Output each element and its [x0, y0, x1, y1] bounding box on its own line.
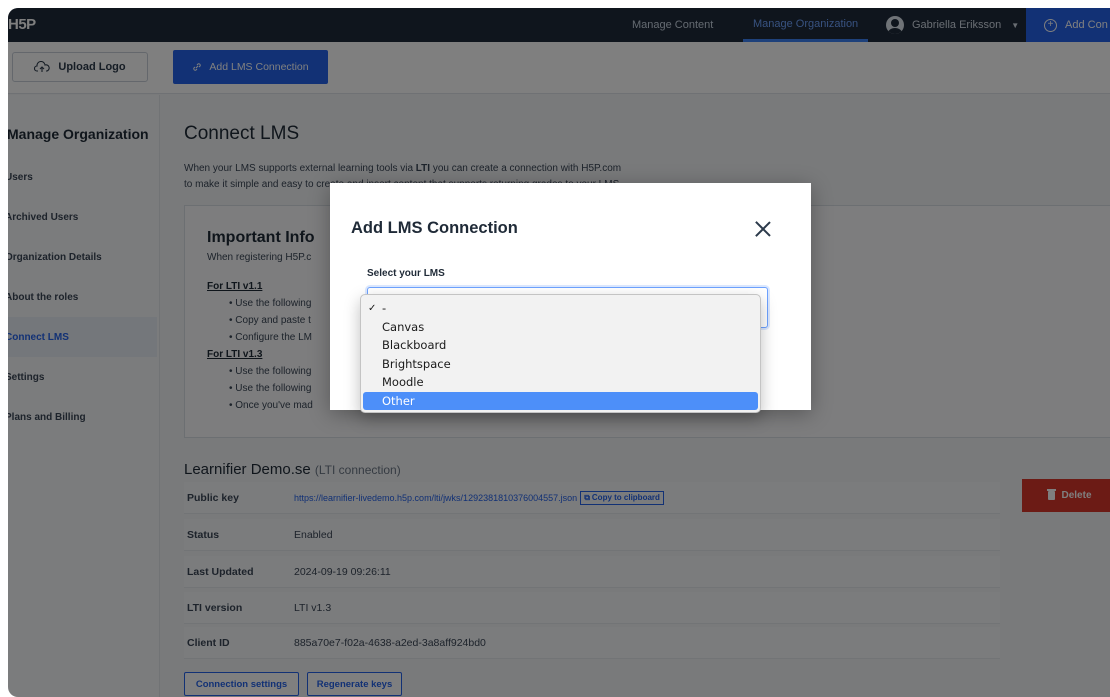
lms-option-label: Canvas	[382, 319, 425, 334]
lms-option[interactable]: Blackboard	[363, 336, 758, 355]
close-icon[interactable]	[754, 220, 772, 238]
lms-option[interactable]: Moodle	[363, 373, 758, 392]
modal-title: Add LMS Connection	[351, 219, 518, 237]
lms-option-label: Brightspace	[382, 356, 451, 371]
lms-option-label: Other	[382, 393, 415, 408]
lms-option-label: Blackboard	[382, 338, 447, 353]
lms-option[interactable]: ✓ -	[363, 299, 758, 318]
lms-option-label: Moodle	[382, 375, 424, 390]
checkmark-icon: ✓	[368, 302, 377, 314]
lms-select-dropdown: ✓ - Canvas Blackboard Brightspace Moodle …	[360, 294, 761, 413]
lms-option[interactable]: Brightspace	[363, 355, 758, 374]
lms-option-label: -	[382, 301, 387, 316]
lms-option[interactable]: Canvas	[363, 318, 758, 337]
lms-option-highlighted[interactable]: Other	[363, 391, 758, 410]
select-lms-label: Select your LMS	[367, 268, 445, 279]
